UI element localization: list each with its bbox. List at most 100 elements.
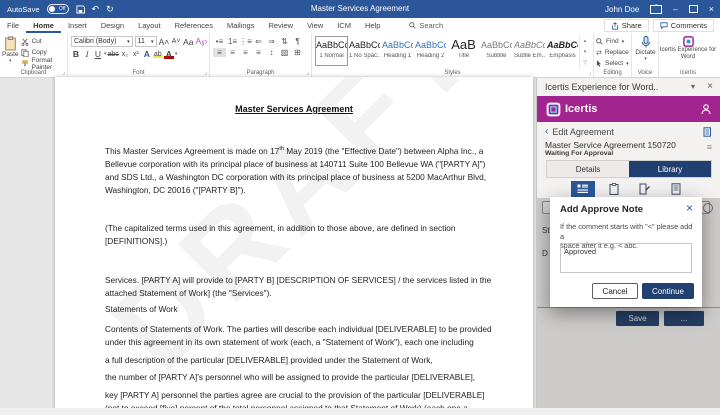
tab-home[interactable]: Home <box>26 18 61 33</box>
tab-details[interactable]: Details <box>547 161 629 177</box>
tab-file[interactable]: File <box>0 18 26 33</box>
tab-help[interactable]: Help <box>358 18 387 33</box>
multilevel-list-icon[interactable]: ⋮≡ <box>239 37 252 46</box>
clipboard-dialog-launcher-icon[interactable]: ⌟ <box>62 69 65 76</box>
replace-button[interactable]: ⇄ Replace <box>596 47 631 58</box>
clear-formatting-button[interactable]: A℘ <box>195 36 207 47</box>
paragraph-dialog-launcher-icon[interactable]: ⌟ <box>306 69 309 76</box>
align-center-icon[interactable]: ≡ <box>226 48 239 57</box>
gallery-more-icon[interactable]: ▽ <box>583 60 587 66</box>
maximize-icon[interactable] <box>689 5 698 13</box>
borders-icon[interactable]: ⊞ <box>291 48 304 57</box>
icertis-logo-icon <box>546 102 561 117</box>
bullets-icon[interactable]: •≡ <box>213 37 226 46</box>
italic-button[interactable]: I <box>82 49 92 59</box>
shading-icon[interactable]: ▧ <box>278 48 291 57</box>
sort-icon[interactable]: ⇅ <box>278 37 291 46</box>
select-button[interactable]: Select ▾ <box>596 58 631 69</box>
format-painter-button[interactable]: Format Painter <box>21 58 67 69</box>
edit-agreement-row[interactable]: ‹ Edit Agreement <box>537 125 720 138</box>
task-pane-menu-icon[interactable]: ▾ <box>691 82 695 91</box>
align-right-icon[interactable]: ≡ <box>239 48 252 57</box>
shrink-font-button[interactable]: A˅ <box>171 38 181 45</box>
paragraph-group: •≡ 1≡ ⋮≡ ⇐ ⇒ ⇅ ¶ ≡ ≡ ≡ ≡ ↕ ▧ ⊞ Paragraph… <box>210 33 312 77</box>
font-dialog-launcher-icon[interactable]: ⌟ <box>204 69 207 76</box>
grow-font-button[interactable]: A˄ <box>159 37 170 47</box>
style-normal[interactable]: AaBbCcDd 1 Normal <box>315 36 348 66</box>
tab-references[interactable]: References <box>168 18 220 33</box>
justify-icon[interactable]: ≡ <box>252 48 265 57</box>
style-title[interactable]: AaB Title <box>447 36 480 66</box>
font-size-combo[interactable]: 11 ▾ <box>135 36 157 47</box>
continue-button[interactable]: Continue <box>642 283 694 299</box>
font-name-combo[interactable]: Calibri (Body) ▾ <box>71 36 133 47</box>
agreement-menu-icon[interactable]: ≡ <box>707 142 712 152</box>
style-subtle-emphasis[interactable]: AaBbCcDd Subtle Em... <box>513 36 546 66</box>
icertis-ribbon-button[interactable]: Icertis Experience for Word <box>659 33 717 61</box>
agreement-document-icon[interactable] <box>703 127 713 137</box>
back-chevron-icon[interactable]: ‹ <box>545 126 548 137</box>
line-spacing-icon[interactable]: ↕ <box>265 48 278 57</box>
tab-review[interactable]: Review <box>261 18 300 33</box>
approve-note-textarea[interactable]: Approved <box>560 243 692 273</box>
tab-library[interactable]: Library <box>629 161 711 177</box>
numbering-icon[interactable]: 1≡ <box>226 37 239 46</box>
minimize-icon[interactable]: – <box>673 5 677 14</box>
style-heading-2[interactable]: AaBbCcD Heading 2 <box>414 36 447 66</box>
paste-label: Paste <box>2 51 19 58</box>
cancel-button[interactable]: Cancel <box>592 283 638 299</box>
align-left-icon[interactable]: ≡ <box>213 48 226 57</box>
notes-view-button[interactable] <box>664 181 688 197</box>
ribbon-display-options-icon[interactable]: ˇ <box>650 5 662 14</box>
dialog-close-icon[interactable]: × <box>686 201 693 215</box>
superscript-button[interactable]: x² <box>131 51 141 58</box>
increase-indent-icon[interactable]: ⇒ <box>265 37 278 46</box>
gallery-scroll-up-icon[interactable]: ▴ <box>584 38 587 44</box>
copy-label: Copy <box>32 49 47 56</box>
bold-button[interactable]: B <box>71 49 81 59</box>
paragraph-group-label: Paragraph <box>210 70 311 76</box>
task-pane-close-icon[interactable]: × <box>707 81 713 92</box>
strikethrough-button[interactable]: abc <box>108 51 119 58</box>
tab-view[interactable]: View <box>300 18 330 33</box>
paste-button[interactable]: Paste ▾ <box>0 33 21 69</box>
tab-mailings[interactable]: Mailings <box>220 18 262 33</box>
user-name[interactable]: John Doe <box>605 5 639 14</box>
edit-document-button[interactable] <box>633 181 657 197</box>
close-icon[interactable]: × <box>709 4 714 14</box>
text-effects-button[interactable]: A <box>142 49 152 59</box>
title-bar: AutoSave Off ↶ ↻ Master Services Agreeme… <box>0 0 720 18</box>
search-box[interactable]: Search <box>409 21 443 30</box>
gallery-scroll-down-icon[interactable]: ▾ <box>584 49 587 55</box>
styles-gallery-scrollbar[interactable]: ▴ ▾ ▽ <box>579 36 590 68</box>
tab-icm[interactable]: ICM <box>330 18 358 33</box>
underline-button[interactable]: U <box>93 49 103 59</box>
clipboard-view-button[interactable] <box>602 181 626 197</box>
dictate-button[interactable]: Dictate ▾ <box>632 33 659 62</box>
user-profile-icon[interactable] <box>700 103 712 115</box>
styles-dialog-launcher-icon[interactable]: ⌟ <box>588 69 591 76</box>
comments-button[interactable]: Comments <box>653 19 714 32</box>
tab-design[interactable]: Design <box>94 18 131 33</box>
document-page[interactable]: DRAFT Master Services Agreement This Mas… <box>55 77 533 415</box>
font-color-caret-icon[interactable]: ▾ <box>175 51 178 57</box>
style-emphasis[interactable]: AaBbCcDd Emphasis <box>546 36 579 66</box>
tab-insert[interactable]: Insert <box>61 18 94 33</box>
highlight-button[interactable]: ab <box>153 51 163 58</box>
change-case-button[interactable]: Aa <box>183 37 193 47</box>
underline-caret-icon[interactable]: ▾ <box>104 51 107 57</box>
p1-rest: Bellevue corporation with its principal … <box>105 158 503 198</box>
cut-button[interactable]: Cut <box>21 36 67 47</box>
attributes-view-button[interactable] <box>571 181 595 197</box>
subscript-button[interactable]: x₂ <box>120 51 130 58</box>
tab-layout[interactable]: Layout <box>131 18 168 33</box>
style-no-spacing[interactable]: AaBbCcDd 1 No Spac... <box>348 36 381 66</box>
pilcrow-icon[interactable]: ¶ <box>291 37 304 46</box>
decrease-indent-icon[interactable]: ⇐ <box>252 37 265 46</box>
find-button[interactable]: Find ▾ <box>596 36 631 47</box>
font-color-button[interactable]: A <box>164 49 174 59</box>
style-heading-1[interactable]: AaBbCc Heading 1 <box>381 36 414 66</box>
share-button[interactable]: Share <box>604 19 649 32</box>
style-subtitle[interactable]: AaBbCcD Subtitle <box>480 36 513 66</box>
ribbon-tab-row: File Home Insert Design Layout Reference… <box>0 18 720 33</box>
